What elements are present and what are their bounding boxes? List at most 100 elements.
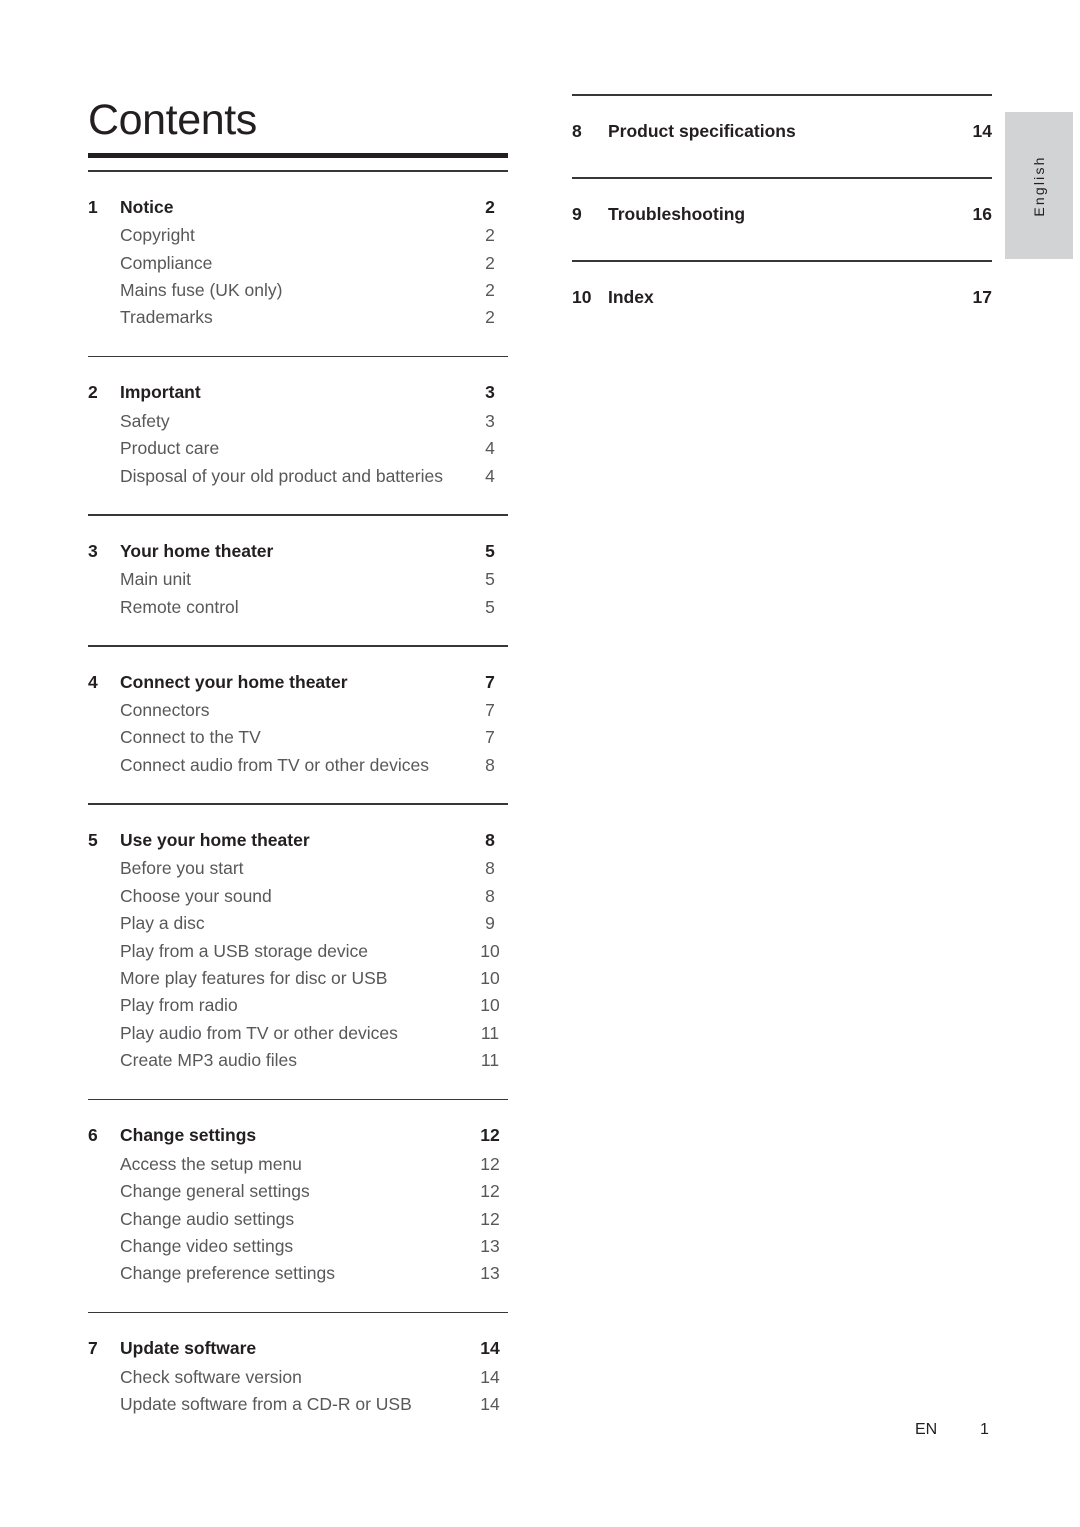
toc-group: 10 Index 17 [572,260,992,343]
toc-chapter-row[interactable]: 10 Index 17 [572,284,992,312]
toc-chapter-row[interactable]: 3 Your home theater 5 [88,538,508,566]
toc-group: 3 Your home theater 5 Main unit 5 Remote cont… [88,514,508,645]
toc-subitem-row[interactable]: Disposal of your old product and batteri… [88,463,508,490]
toc-chapter-row[interactable]: 9 Troubleshooting 16 [572,201,992,229]
toc-subitem-row[interactable]: Change audio settings 12 [88,1206,508,1233]
toc-chapter-title: Notice [120,196,174,217]
toc-subitem-row[interactable]: Copyright 2 [88,222,508,249]
footer-page-number: 1 [980,1421,989,1438]
toc-subitem-page-number: 10 [480,940,500,961]
toc-subitem-page-number: 2 [485,307,495,328]
toc-subitem-page-number: 2 [485,279,495,300]
toc-chapter-page-number: 2 [485,196,495,217]
toc-chapter-number: 8 [572,120,582,141]
toc-chapter-page-number: 8 [485,829,495,850]
toc-subitem-title: Change preference settings [120,1263,335,1284]
page-footer: EN 1 [0,1421,1080,1451]
language-tab-label: English [1031,154,1047,217]
toc-chapter-page-number: 3 [485,382,495,403]
toc-group: 4 Connect your home theater 7 Connectors 7 Co… [88,644,508,803]
toc-subitem-title: Disposal of your old product and batteri… [120,465,443,486]
toc-subitem-page-number: 8 [485,754,495,775]
toc-subitem-row[interactable]: Connect to the TV 7 [88,724,508,751]
toc-subitem-page-number: 8 [485,885,495,906]
toc-chapter-title: Index [608,286,654,307]
toc-subitem-row[interactable]: Change general settings 12 [88,1178,508,1205]
toc-subitem-row[interactable]: Access the setup menu 12 [88,1151,508,1178]
toc-subitem-title: Choose your sound [120,885,272,906]
toc-subitem-row[interactable]: Before you start 8 [88,855,508,882]
toc-subitem-row[interactable]: More play features for disc or USB 10 [88,965,508,992]
toc-subitem-row[interactable]: Mains fuse (UK only) 2 [88,277,508,304]
toc-chapter-page-number: 7 [485,671,495,692]
toc-chapter-row[interactable]: 1 Notice 2 [88,194,508,222]
toc-chapter-row[interactable]: 5 Use your home theater 8 [88,827,508,855]
toc-chapter-row[interactable]: 4 Connect your home theater 7 [88,669,508,697]
toc-subitem-title: More play features for disc or USB [120,967,388,988]
toc-subitem-title: Main unit [120,569,192,590]
toc-chapter-row[interactable]: 2 Important 3 [88,379,508,407]
toc-subitem-row[interactable]: Play from a USB storage device 10 [88,938,508,965]
toc-subitem-row[interactable]: Product care 4 [88,435,508,462]
toc-chapter-title: Troubleshooting [608,203,746,224]
language-tab: English [1005,112,1073,259]
toc-chapter-title: Connect your home theater [120,671,348,692]
toc-subitem-row[interactable]: Change preference settings 13 [88,1260,508,1287]
toc-subitem-title: Play audio from TV or other devices [120,1022,398,1043]
toc-subitem-page-number: 9 [485,913,495,934]
toc-chapter-number: 5 [88,829,98,850]
toc-chapter-number: 7 [88,1338,98,1359]
toc-group: 1 Notice 2 Copyright 2 Compliance 2 Mains fuse … [88,170,508,356]
toc-subitem-row[interactable]: Change video settings 13 [88,1233,508,1260]
toc-subitem-row[interactable]: Play from radio 10 [88,992,508,1019]
toc-subitem-page-number: 5 [485,569,495,590]
toc-subitem-page-number: 7 [485,727,495,748]
toc-subitem-row[interactable]: Create MP3 audio files 11 [88,1047,508,1074]
page-title: Contents [88,96,257,144]
toc-subitem-row[interactable]: Trademarks 2 [88,304,508,331]
toc-subitem-row[interactable]: Check software version 14 [88,1364,508,1391]
toc-subitem-row[interactable]: Remote control 5 [88,594,508,621]
toc-subitem-row[interactable]: Main unit 5 [88,566,508,593]
toc-chapter-row[interactable]: 8 Product specifications 14 [572,118,992,146]
toc-chapter-page-number: 16 [972,203,992,224]
toc-subitem-title: Play from radio [120,995,238,1016]
toc-chapter-page-number: 14 [972,120,992,141]
toc-subitem-title: Copyright [120,225,195,246]
toc-subitem-page-number: 2 [485,252,495,273]
toc-subitem-row[interactable]: Connectors 7 [88,697,508,724]
toc-subitem-row[interactable]: Connect audio from TV or other devices 8 [88,752,508,779]
toc-column-left: 1 Notice 2 Copyright 2 Compliance 2 Mains fuse … [88,170,508,1443]
toc-subitem-title: Play a disc [120,913,205,934]
toc-chapter-row[interactable]: 7 Update software 14 [88,1335,508,1363]
toc-subitem-page-number: 14 [480,1394,500,1415]
toc-subitem-row[interactable]: Compliance 2 [88,250,508,277]
toc-subitem-title: Connect audio from TV or other devices [120,754,430,775]
toc-subitem-row[interactable]: Update software from a CD-R or USB 14 [88,1391,508,1418]
toc-chapter-row[interactable]: 6 Change settings 12 [88,1122,508,1150]
toc-subitem-row[interactable]: Play a disc 9 [88,910,508,937]
toc-subitem-title: Remote control [120,596,239,617]
toc-subitem-page-number: 12 [480,1208,500,1229]
toc-subitem-page-number: 5 [485,596,495,617]
toc-chapter-number: 10 [572,286,592,307]
toc-chapter-page-number: 5 [485,540,495,561]
toc-chapter-number: 6 [88,1125,98,1146]
toc-subitem-page-number: 13 [480,1235,500,1256]
toc-subitem-title: Trademarks [120,307,213,328]
toc-subitem-title: Change video settings [120,1235,294,1256]
toc-subitem-row[interactable]: Choose your sound 8 [88,883,508,910]
toc-subitem-row[interactable]: Play audio from TV or other devices 11 [88,1020,508,1047]
page-title-block: Contents [88,96,508,159]
toc-subitem-page-number: 2 [485,225,495,246]
toc-subitem-page-number: 10 [480,995,500,1016]
toc-chapter-page-number: 14 [480,1338,500,1359]
toc-subitem-row[interactable]: Safety 3 [88,408,508,435]
